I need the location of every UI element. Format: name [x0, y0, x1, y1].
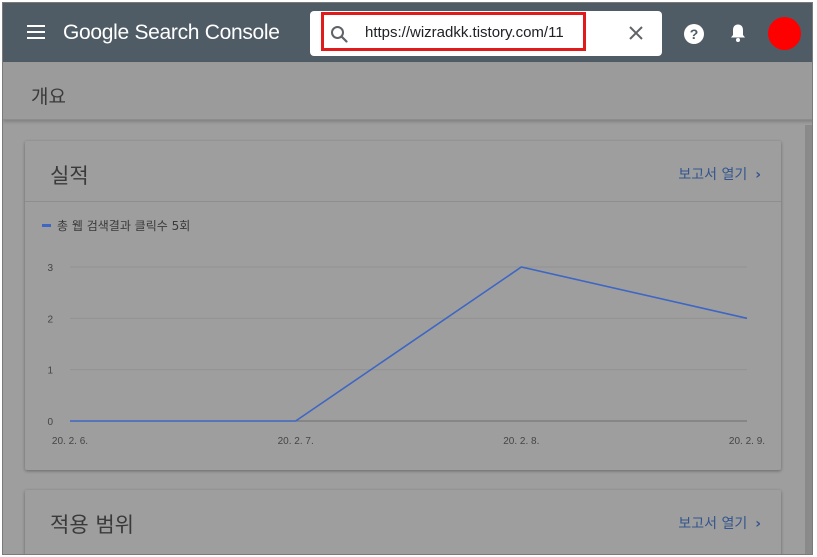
open-report-label[interactable]: 보고서 열기 — [678, 516, 747, 532]
card-title: 실적 — [50, 164, 89, 188]
url-inspection-search[interactable]: https://wizradkk.tistory.com/11 — [310, 11, 662, 56]
open-report-label[interactable]: 보고서 열기 — [678, 167, 747, 183]
search-icon — [331, 26, 348, 43]
x-tick-label: 20. 2. 6. — [52, 436, 88, 447]
chevron-right-icon: › — [755, 167, 761, 183]
x-tick-label: 20. 2. 9. — [729, 436, 765, 447]
performance-card: 실적 보고서 열기 › 총 웹 검색결과 클릭수 5회 0 1 2 3 20. 2. 6.… — [25, 141, 781, 470]
page-title: 개요 — [31, 86, 66, 108]
card-title: 적용 범위 — [50, 513, 134, 537]
search-input[interactable]: https://wizradkk.tistory.com/11 — [365, 24, 564, 41]
avatar[interactable] — [768, 17, 801, 50]
divider — [25, 201, 781, 202]
open-report-link[interactable]: 보고서 열기 › — [678, 164, 761, 184]
chart-legend: 총 웹 검색결과 클릭수 5회 — [42, 217, 190, 234]
help-icon[interactable]: ? — [684, 24, 704, 44]
menu-icon[interactable] — [27, 25, 45, 39]
x-tick-label: 20. 2. 8. — [503, 436, 539, 447]
x-tick-label: 20. 2. 7. — [278, 436, 314, 447]
app-window: Google Search Console https://wizradkk.t… — [2, 2, 813, 555]
chevron-right-icon: › — [755, 516, 761, 532]
y-tick-label: 0 — [47, 417, 53, 428]
open-report-link[interactable]: 보고서 열기 › — [678, 513, 761, 533]
scrollbar[interactable] — [805, 125, 812, 554]
bell-icon[interactable] — [729, 23, 747, 43]
performance-chart: 0 1 2 3 20. 2. 6. 20. 2. 7. 20. 2. 8. 20. 2. 9. — [47, 263, 765, 447]
legend-label: 총 웹 검색결과 클릭수 5회 — [57, 219, 191, 233]
series-line — [70, 266, 748, 422]
app-title[interactable]: Google Search Console — [63, 21, 280, 45]
close-icon[interactable] — [628, 25, 644, 41]
page-header: 개요 — [3, 62, 812, 120]
y-tick-label: 1 — [47, 366, 53, 377]
top-app-bar: Google Search Console https://wizradkk.t… — [3, 3, 812, 62]
y-tick-label: 2 — [47, 314, 53, 325]
y-tick-label: 3 — [47, 263, 53, 274]
coverage-card: 적용 범위 보고서 열기 › — [25, 490, 781, 554]
legend-swatch — [42, 224, 51, 227]
